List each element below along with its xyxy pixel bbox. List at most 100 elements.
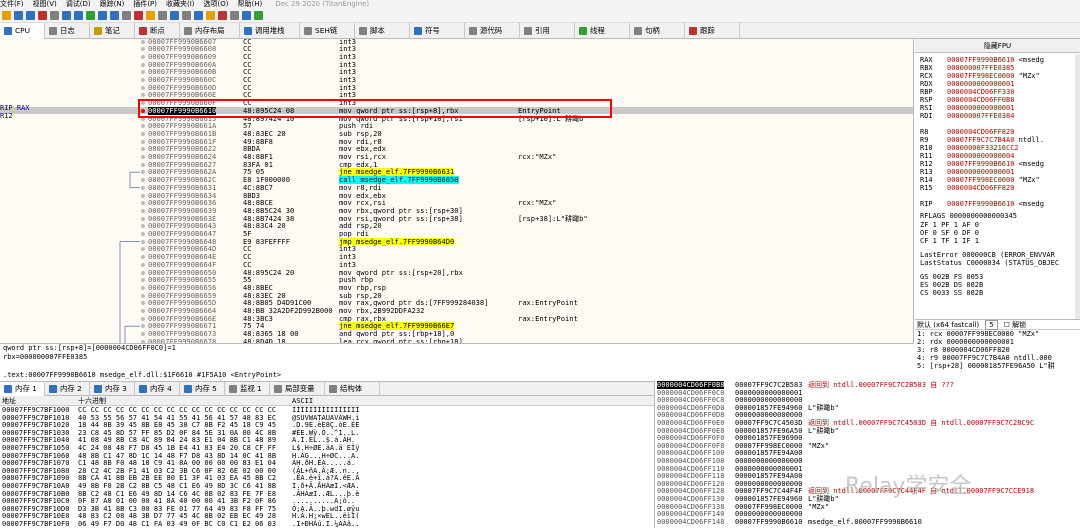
tab-10[interactable]: 引用 (520, 23, 575, 39)
breakpoint-dot[interactable] (141, 293, 145, 298)
breakpoint-dot[interactable] (141, 39, 145, 44)
register-row[interactable]: RBX 000000007FFE0385 (920, 64, 1014, 72)
stack-row[interactable]: 0000004CD06FF148 00007FF9990B6610 msedge_e… (655, 518, 1080, 526)
register-row[interactable]: RDI 000000007FFE0384 (920, 112, 1014, 120)
tab-2[interactable]: 笔记 (90, 23, 135, 39)
call-arg-row[interactable]: 1: rcx 00007FF998EC0000 "MZx" (915, 330, 1080, 338)
toolbar-button-icon[interactable] (14, 11, 23, 20)
register-row[interactable]: R10 00000000F33216CC2 (920, 144, 1019, 152)
flags-row[interactable]: CF 1 TF 1 IF 1 (920, 237, 979, 245)
dump-tab-2[interactable]: 内存 3 (90, 382, 135, 396)
breakpoint-dot[interactable] (141, 224, 145, 229)
disasm-row[interactable]: 00007FF9990B660B CC int3 (0, 68, 913, 76)
unlock-checkbox[interactable]: ☐ 解锁 (1004, 321, 1027, 329)
disasm-row[interactable]: 00007FF9990B661B 48:83EC 20 sub rsp,20 (0, 130, 913, 138)
flags-row[interactable]: ZF 1 PF 1 AF 0 (920, 221, 979, 229)
toolbar-button-icon[interactable] (194, 11, 203, 20)
disasm-row[interactable]: 00007FF9990B6643 48:83C4 20 add rsp,20 (0, 222, 913, 230)
register-row[interactable] (920, 192, 947, 200)
breakpoint-dot[interactable] (141, 78, 145, 82)
register-row[interactable]: R15 0000004CD06FF820 (920, 184, 1014, 192)
toolbar-button-icon[interactable] (206, 11, 215, 20)
disasm-row[interactable]: 00007FF9990B661F 49:8BF8 mov rdi,r8 (0, 137, 913, 146)
disasm-row[interactable]: 00007FF9990B6622 8BDA mov ebx,edx (0, 145, 913, 153)
register-row[interactable]: RSI 0000000000000001 (920, 104, 1014, 112)
disasm-row[interactable]: 00007FF9990B6609 CC int3 (0, 53, 913, 61)
register-row[interactable]: R14 00007FF998EC0000 "MZx" (920, 176, 1040, 184)
disasm-row[interactable]: 00007FF9990B6608 CC int3 (0, 45, 913, 53)
tab-5[interactable]: 调用堆栈 (240, 23, 300, 39)
disasm-row[interactable]: 00007FF9990B6647 5F pop rdi (0, 230, 913, 238)
tab-13[interactable]: 跟踪 (685, 23, 740, 39)
tab-8[interactable]: 符号 (410, 23, 465, 39)
disasm-row[interactable]: 00007FF9990B665D 48:8B05 D4D91C00 mov rax,… (0, 299, 913, 307)
breakpoint-dot[interactable] (141, 255, 145, 260)
arg-count-spinner[interactable]: 5 (985, 320, 998, 330)
disasm-row[interactable]: 00007FF9990B664D CC int3 (0, 245, 913, 253)
register-row[interactable]: R13 0000000000000001 (920, 168, 1014, 176)
menu-item[interactable]: 插件(P) (133, 0, 157, 8)
toolbar-button-icon[interactable] (98, 11, 107, 20)
breakpoint-dot[interactable] (141, 54, 145, 59)
register-row[interactable]: R9 00007FF9C7C7B4A0 ntdll. (920, 136, 1044, 144)
hide-fpu-button[interactable]: 隐藏FPU (915, 39, 1080, 53)
toolbar-button-icon[interactable] (86, 11, 95, 20)
breakpoint-dot[interactable] (141, 62, 145, 67)
register-row[interactable]: R11 0000000000000004 (920, 152, 1014, 160)
toolbar-button-icon[interactable] (218, 11, 227, 20)
tab-1[interactable]: 日志 (45, 23, 90, 39)
disasm-row[interactable]: 00007FF9990B664E CC int3 (0, 253, 913, 261)
disasm-row[interactable]: 00007FF9990B6634 8BD3 mov edx,ebx (0, 191, 913, 200)
breakpoint-dot[interactable] (141, 70, 145, 75)
breakpoint-dot[interactable] (141, 201, 145, 206)
tab-7[interactable]: 脚本 (355, 23, 410, 39)
breakpoint-dot[interactable] (141, 208, 145, 213)
register-row[interactable]: R12 00007FF9990B6610 <msedg (920, 160, 1044, 168)
breakpoint-dot[interactable] (141, 170, 145, 175)
register-row[interactable]: RSP 0000004CD06FF0B8 (920, 96, 1014, 104)
disasm-row[interactable]: 00007FF9990B6655 55 push rbp (0, 276, 913, 284)
disasm-row[interactable]: 00007FF9990B663E 48:8B7424 38 mov rsi,qwor… (0, 214, 913, 223)
toolbar-button-icon[interactable] (254, 11, 263, 20)
tab-3[interactable]: 断点 (135, 23, 180, 39)
menu-item[interactable]: 收藏夹(I) (166, 0, 195, 8)
menu-item[interactable]: 文件(F) (0, 0, 24, 8)
toolbar-button-icon[interactable] (74, 11, 83, 20)
breakpoint-dot[interactable] (141, 309, 145, 313)
toolbar-button-icon[interactable] (230, 11, 239, 20)
disasm-row[interactable]: 00007FF9990B666E 48:3BC3 cmp rax,rbx rax:En… (0, 314, 913, 323)
disasm-row[interactable]: 00007FF9990B6627 83FA 01 cmp edx,1 (0, 160, 913, 169)
breakpoint-dot[interactable] (141, 124, 145, 129)
tab-11[interactable]: 线程 (575, 23, 630, 39)
menu-item[interactable]: 帮助(H) (238, 0, 263, 8)
dump-tab-3[interactable]: 内存 4 (135, 382, 180, 396)
breakpoint-dot[interactable] (141, 85, 145, 90)
breakpoint-dot[interactable] (141, 278, 145, 283)
breakpoint-dot[interactable] (141, 139, 145, 144)
tab-6[interactable]: SEH链 (300, 23, 355, 39)
breakpoint-dot[interactable] (141, 285, 145, 290)
breakpoint-dot[interactable] (141, 232, 145, 236)
disasm-row[interactable]: 00007FF9990B662C E8 1F000000 call msedge_e… (0, 176, 913, 184)
toolbar-button-icon[interactable] (158, 11, 167, 20)
toolbar-button-icon[interactable] (26, 11, 35, 20)
register-row[interactable]: RAX 00007FF9990B6610 <msedg (920, 56, 1044, 64)
toolbar-button-icon[interactable] (122, 11, 131, 20)
registers-scrollbar[interactable] (1075, 54, 1080, 319)
register-row[interactable] (920, 120, 947, 128)
call-arg-row[interactable]: 4: r9 00007FF9C7C7B4A0 ntdll.000 (915, 354, 1080, 362)
breakpoint-dot[interactable] (141, 316, 145, 321)
disassembly-view[interactable]: 00007FF9990B6607 CC int3 00007FF9990B6608 CC… (0, 39, 914, 343)
tab-0[interactable]: CPU (0, 23, 45, 39)
tab-9[interactable]: 源代码 (465, 23, 520, 39)
toolbar-button-icon[interactable] (50, 11, 59, 20)
disasm-row[interactable]: 00007FF9990B660E CC int3 (0, 91, 913, 99)
dump-tab-4[interactable]: 内存 5 (180, 382, 225, 396)
tab-12[interactable]: 句柄 (630, 23, 685, 39)
toolbar-button-icon[interactable] (170, 11, 179, 20)
call-arg-row[interactable]: 3: r8 0000004CD06FF820 (915, 346, 1080, 354)
disasm-row[interactable]: 00007FF9990B6631 4C:8BC7 mov r8,rdi (0, 184, 913, 192)
disasm-row[interactable]: 00007FF9990B6671 75 74 jne msedge_elf.7FF9… (0, 322, 913, 331)
toolbar-button-icon[interactable] (146, 11, 155, 20)
register-row[interactable]: RDX 0000000000000001 (920, 80, 1014, 88)
